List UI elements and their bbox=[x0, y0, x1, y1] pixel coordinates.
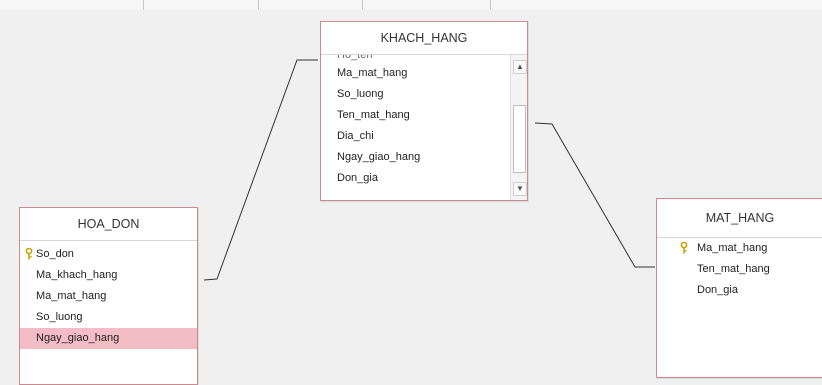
field-item[interactable]: Ten_mat_hang bbox=[321, 105, 527, 126]
field-item[interactable]: Don_gia bbox=[321, 168, 527, 189]
table-hoa-don[interactable]: HOA_DON So_don Ma_khach_hang Ma_mat_hang… bbox=[19, 207, 198, 385]
field-primary-key[interactable]: Ma_mat_hang bbox=[657, 238, 822, 259]
field-item[interactable]: Ma_mat_hang bbox=[321, 63, 527, 84]
field-list: Ho_ten Ma_mat_hang So_luong Ten_mat_hang… bbox=[321, 55, 527, 200]
table-title[interactable]: MAT_HANG bbox=[657, 199, 822, 238]
field-item[interactable]: So_luong bbox=[321, 84, 527, 105]
field-label: So_don bbox=[36, 248, 74, 260]
relationship-hoa-don-khach-hang[interactable] bbox=[203, 59, 318, 281]
field-item[interactable]: So_luong bbox=[20, 307, 197, 328]
scrollbar-thumb[interactable] bbox=[513, 105, 526, 173]
key-icon bbox=[680, 242, 688, 254]
key-icon bbox=[25, 248, 33, 260]
table-title[interactable]: KHACH_HANG bbox=[321, 22, 527, 55]
field-item[interactable]: Dia_chi bbox=[321, 126, 527, 147]
field-partial[interactable]: Ho_ten bbox=[321, 55, 527, 63]
field-item-selected[interactable]: Ngay_giao_hang bbox=[20, 328, 197, 349]
field-item[interactable]: Don_gia bbox=[657, 280, 822, 301]
scroll-down-arrow[interactable]: ▼ bbox=[513, 182, 527, 196]
field-item[interactable]: Ten_mat_hang bbox=[657, 259, 822, 280]
table-mat-hang[interactable]: MAT_HANG Ma_mat_hang Ten_mat_hang Don_gi… bbox=[656, 198, 822, 378]
table-title[interactable]: HOA_DON bbox=[20, 208, 197, 241]
field-item[interactable]: Ma_khach_hang bbox=[20, 265, 197, 286]
field-primary-key[interactable]: So_don bbox=[20, 244, 197, 265]
field-item[interactable]: Ngay_giao_hang bbox=[321, 147, 527, 168]
field-list: So_don Ma_khach_hang Ma_mat_hang So_luon… bbox=[20, 241, 197, 349]
field-item[interactable]: Ma_mat_hang bbox=[20, 286, 197, 307]
table-khach-hang[interactable]: KHACH_HANG Ho_ten Ma_mat_hang So_luong T… bbox=[320, 21, 528, 201]
relationship-khach-hang-mat-hang[interactable] bbox=[534, 122, 655, 268]
scroll-up-arrow[interactable]: ▲ bbox=[513, 60, 527, 74]
vertical-scrollbar[interactable]: ▲ ▼ bbox=[510, 55, 527, 200]
field-list: Ma_mat_hang Ten_mat_hang Don_gia bbox=[657, 238, 822, 301]
